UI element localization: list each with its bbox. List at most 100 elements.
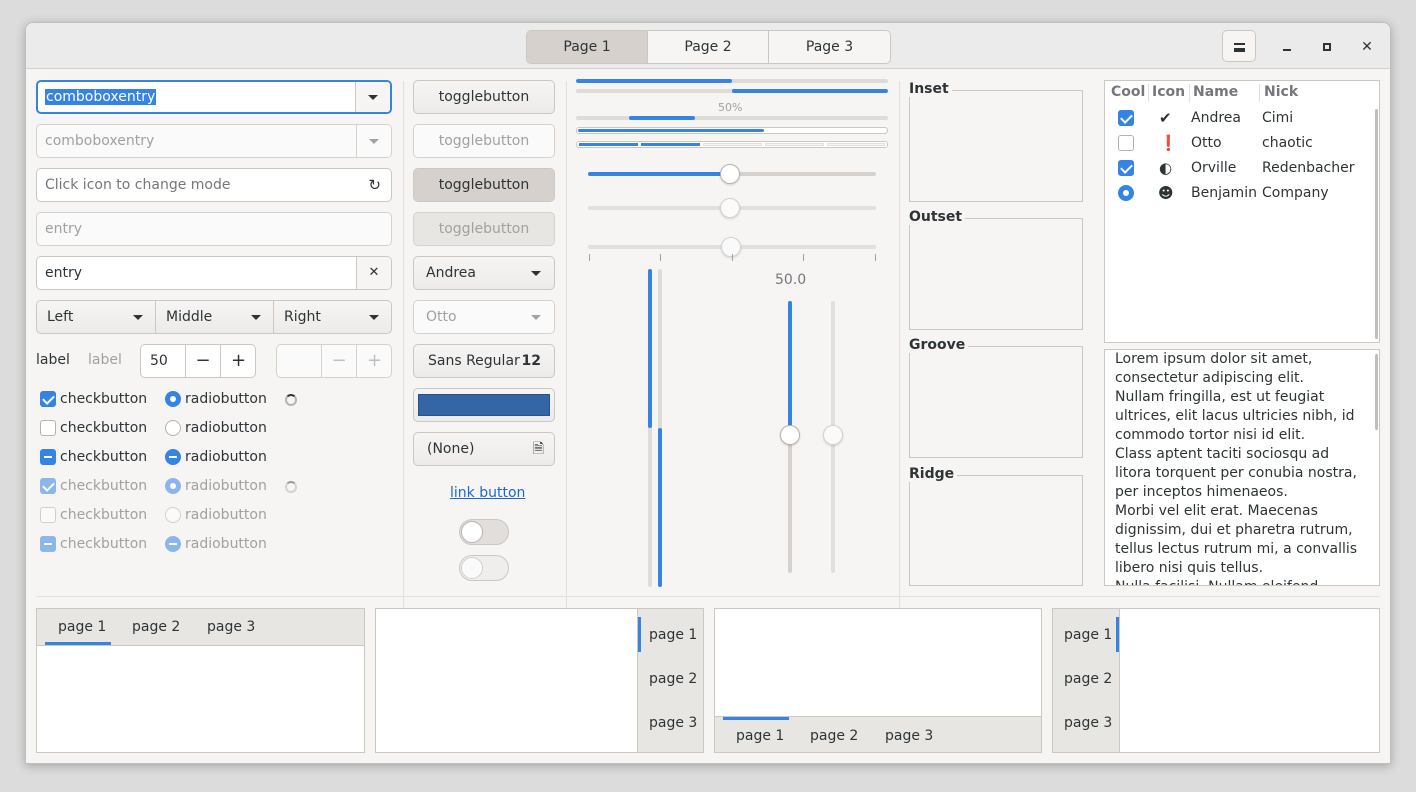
radiobutton-label: radiobutton (185, 391, 267, 407)
checkbox-mixed[interactable] (40, 449, 56, 465)
notebook-tab-bar: page 1 page 2 page 3 (637, 609, 703, 752)
notebook-tab-page-3[interactable]: page 3 (1064, 714, 1112, 732)
radiobutton-label: radiobutton (185, 478, 267, 494)
notebook-tabs-right: page 1 page 2 page 3 (375, 608, 704, 753)
notebook-tab-page-1[interactable]: page 1 (736, 727, 784, 745)
scale-slider-knob[interactable] (780, 425, 800, 445)
decrement-button: − (321, 345, 356, 377)
notebook-tab-page-3[interactable]: page 3 (885, 727, 933, 745)
notebook-tab-page-2[interactable]: page 2 (1064, 670, 1112, 688)
notebook-tab-bar: page 1 page 2 page 3 (37, 609, 364, 646)
hamburger-icon (1233, 43, 1245, 52)
notebook-tab-page-2[interactable]: page 2 (649, 670, 697, 688)
separator (403, 81, 404, 609)
column-header-icon[interactable]: Icon (1152, 81, 1185, 105)
font-button[interactable]: Sans Regular 12 (413, 344, 555, 378)
toggle-button[interactable]: togglebutton (413, 80, 555, 114)
header-bar: Page 1 Page 2 Page 3 ✕ (26, 23, 1390, 69)
tree-view: Cool Icon Name Nick ✔ Andrea Cimi ❗ Otto… (1104, 80, 1380, 343)
combo-dropdown-button[interactable] (355, 82, 390, 112)
radio-mixed-disabled (165, 536, 181, 552)
spinner-icon (285, 394, 297, 406)
row-checkbox[interactable] (1118, 160, 1134, 176)
color-swatch (418, 394, 550, 416)
progress-bar (576, 89, 888, 93)
tab-page-1[interactable]: Page 1 (527, 31, 648, 63)
spin-button[interactable]: 50 − + (140, 344, 256, 378)
checkbutton-label: checkbutton (60, 507, 148, 523)
row-nick: Company (1262, 185, 1329, 201)
combobox-entry-text: comboboxentry (45, 133, 155, 149)
radio-selected[interactable] (165, 391, 181, 407)
plus-icon: + (230, 350, 247, 371)
combo-otto-label: Otto (426, 309, 457, 325)
dropdown-middle[interactable]: Middle (155, 300, 274, 334)
notebook-tab-page-1[interactable]: page 1 (649, 626, 697, 644)
notebook-tab-page-3[interactable]: page 3 (207, 618, 255, 636)
scrollbar[interactable] (1375, 354, 1378, 430)
notebook-tab-page-1[interactable]: page 1 (58, 618, 106, 636)
menu-button[interactable] (1222, 30, 1256, 62)
scrollbar[interactable] (1375, 109, 1378, 339)
minimize-button[interactable] (1270, 30, 1304, 62)
color-button[interactable] (413, 388, 555, 422)
active-tab-indicator (45, 642, 111, 645)
font-name: Sans Regular (428, 353, 520, 369)
row-checkbox[interactable] (1118, 135, 1134, 151)
close-button[interactable]: ✕ (1350, 30, 1384, 62)
dropdown-right-label: Right (284, 309, 321, 325)
link-button[interactable]: link button (450, 485, 525, 501)
maximize-button[interactable] (1310, 30, 1344, 62)
radiobutton-label: radiobutton (185, 420, 267, 436)
mode-entry-placeholder: Click icon to change mode (45, 177, 231, 193)
tab-page-2[interactable]: Page 2 (648, 31, 769, 63)
frame-ridge (909, 475, 1083, 586)
checkbutton-label: checkbutton (60, 478, 148, 494)
combo-otto: Otto (413, 300, 555, 334)
switch-off[interactable] (459, 519, 509, 545)
radio-unselected[interactable] (165, 420, 181, 436)
text-view[interactable]: Lorem ipsum dolor sit amet, consectetur … (1104, 349, 1380, 586)
combobox-entry-focused[interactable]: comboboxentry (36, 80, 392, 114)
progress-bar (576, 79, 888, 83)
checkbox-unchecked[interactable] (40, 420, 56, 436)
entry-field[interactable]: entry ✕ (36, 256, 392, 290)
scale-slider-knob[interactable] (720, 164, 740, 184)
dropdown-right[interactable]: Right (273, 300, 392, 334)
scale-value-label: 50.0 (775, 272, 807, 288)
combobox-entry-disabled: comboboxentry (36, 124, 392, 158)
spin-value: 50 (150, 353, 168, 369)
tab-page-3[interactable]: Page 3 (769, 31, 890, 63)
mode-entry[interactable]: Click icon to change mode ↻ (36, 168, 392, 202)
notebook-tab-page-2[interactable]: page 2 (132, 618, 180, 636)
dropdown-left[interactable]: Left (36, 300, 156, 334)
notebook-tabs-left: page 1 page 2 page 3 (1052, 608, 1380, 753)
frame-label: Outset (909, 209, 966, 225)
column-header-cool[interactable]: Cool (1111, 81, 1145, 105)
row-checkbox[interactable] (1118, 110, 1134, 126)
clear-button[interactable]: ✕ (356, 257, 391, 289)
combo-andrea[interactable]: Andrea (413, 256, 555, 290)
toggle-button-active[interactable]: togglebutton (413, 168, 555, 202)
column-header-name[interactable]: Name (1193, 81, 1238, 105)
clear-icon: ✕ (368, 265, 380, 280)
file-chooser-button[interactable]: (None) 🗎 (413, 432, 555, 466)
active-tab-indicator (638, 617, 641, 652)
level-bar (576, 141, 888, 148)
main-window: Page 1 Page 2 Page 3 ✕ comboboxentry com… (25, 22, 1391, 764)
row-radio[interactable] (1118, 185, 1134, 201)
refresh-icon[interactable]: ↻ (368, 169, 381, 201)
toggle-button-disabled: togglebutton (413, 124, 555, 158)
checkbox-checked[interactable] (40, 391, 56, 407)
checkbutton-label: checkbutton (60, 449, 148, 465)
column-header-nick[interactable]: Nick (1264, 81, 1298, 105)
switch-knob (461, 557, 483, 579)
increment-button[interactable]: + (220, 345, 255, 377)
combo-andrea-label: Andrea (426, 265, 476, 281)
dropdown-middle-label: Middle (166, 309, 213, 325)
notebook-tab-page-2[interactable]: page 2 (810, 727, 858, 745)
radio-mixed[interactable] (165, 449, 181, 465)
decrement-button[interactable]: − (185, 345, 220, 377)
notebook-tab-page-3[interactable]: page 3 (649, 714, 697, 732)
notebook-tab-page-1[interactable]: page 1 (1064, 626, 1112, 644)
